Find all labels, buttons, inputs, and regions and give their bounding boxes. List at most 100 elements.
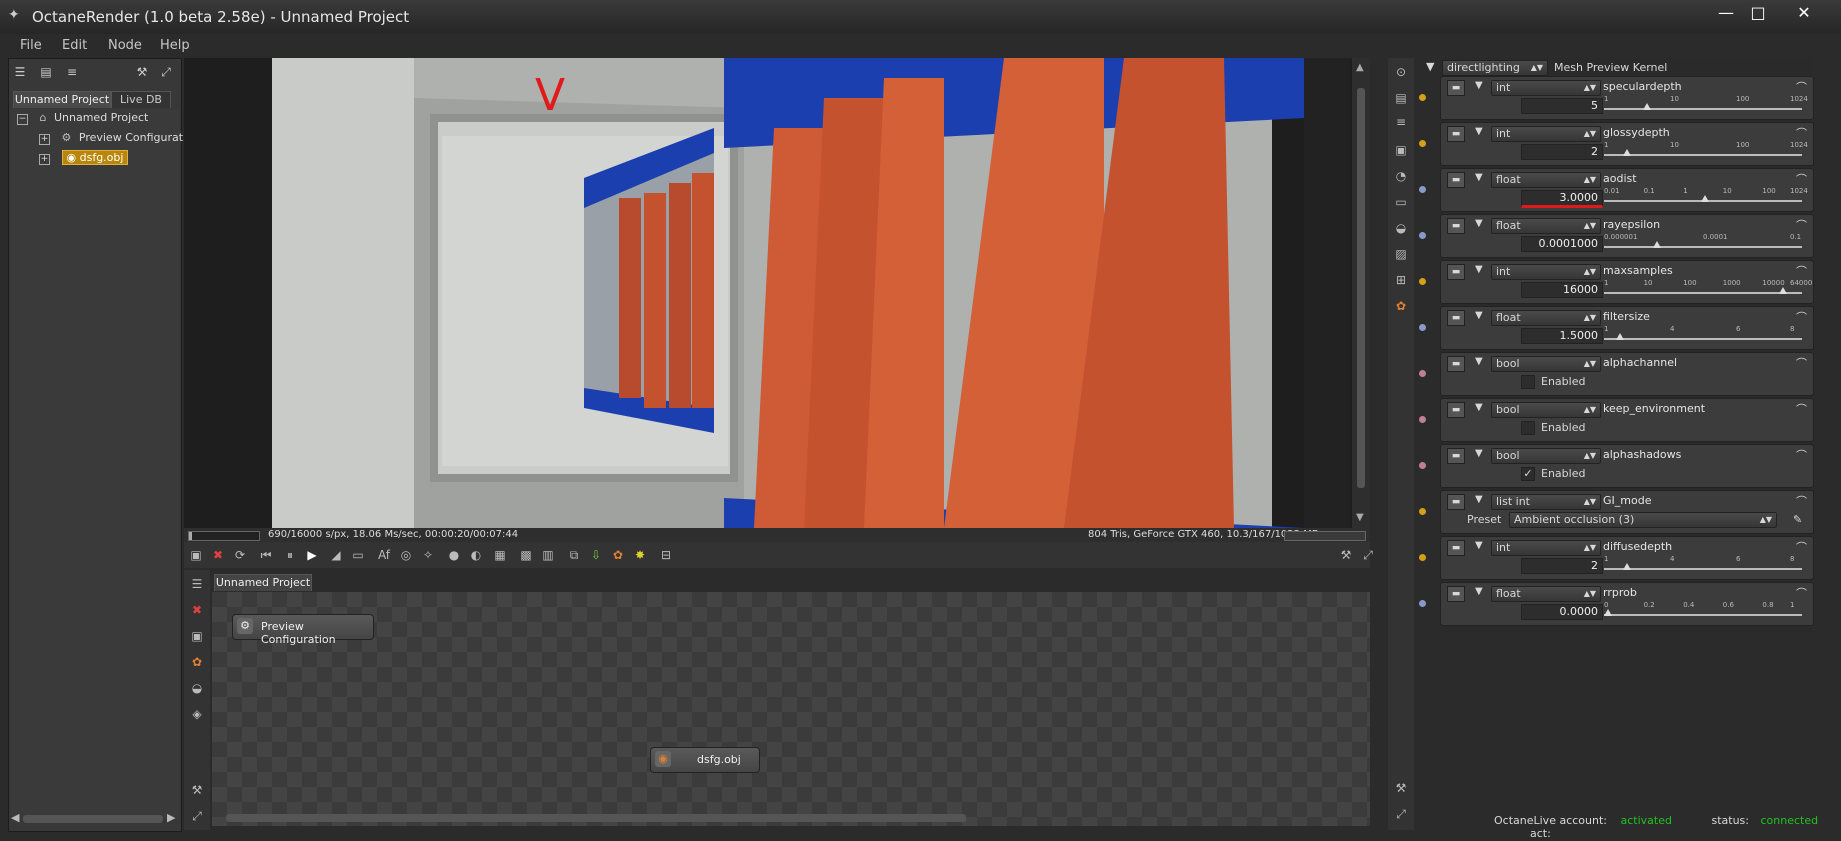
pick-icon[interactable]: ✧ (418, 545, 438, 565)
param-value-field[interactable]: 16000 (1521, 282, 1603, 298)
layers-tool-icon[interactable]: ▤ (37, 63, 55, 81)
close-button[interactable]: ✕ (1784, 2, 1824, 24)
camera-icon[interactable]: ⊙ (1391, 62, 1411, 82)
slider-thumb[interactable] (1623, 149, 1632, 156)
value-slider[interactable]: 0.000001 0.0001 0.1 (1604, 233, 1804, 253)
light-icon[interactable]: ✸ (630, 545, 650, 565)
param-type-select[interactable]: int ▲▼ (1491, 264, 1601, 280)
render-viewport[interactable]: V ▲ ▼ (184, 58, 1370, 528)
param-type-select[interactable]: int ▲▼ (1491, 126, 1601, 142)
preset-select[interactable]: Ambient occlusion (3) ▲▼ (1509, 512, 1777, 528)
input-pin[interactable] (1419, 94, 1426, 101)
input-pin[interactable] (1419, 462, 1426, 469)
tree-tool-icon[interactable]: ≡ (63, 63, 81, 81)
collapse-triangle-icon[interactable]: ▼ (1475, 356, 1483, 367)
render-image[interactable]: V (184, 58, 1350, 528)
expand-icon[interactable]: ⤢ (1391, 804, 1411, 824)
param-type-icon[interactable]: ▬ (1447, 126, 1465, 142)
value-slider[interactable]: 1 4 6 8 (1604, 325, 1804, 345)
input-pin[interactable] (1419, 278, 1426, 285)
tab-graph-project[interactable]: Unnamed Project (214, 574, 312, 591)
rewind-icon[interactable]: ⏮ (256, 545, 276, 565)
white-balance-icon[interactable]: ◎ (396, 545, 416, 565)
restart-render-icon[interactable]: ⟳ (230, 545, 250, 565)
collapse-triangle-icon[interactable]: ▼ (1475, 218, 1483, 229)
curve-icon[interactable]: ⌒ (1796, 263, 1807, 279)
image-icon[interactable]: ▣ (1391, 140, 1411, 160)
input-pin[interactable] (1419, 232, 1426, 239)
param-type-icon[interactable]: ▬ (1447, 310, 1465, 326)
horizontal-scrollbar[interactable] (23, 815, 163, 823)
node-preview-configuration[interactable]: ⚙ Preview Configuration (232, 614, 374, 646)
checker-icon[interactable]: ▩ (516, 545, 536, 565)
input-pin[interactable] (1419, 508, 1426, 515)
input-pin[interactable] (1419, 186, 1426, 193)
slider-track[interactable] (1604, 108, 1802, 110)
edit-icon[interactable]: ✎ (1793, 513, 1802, 526)
list-tool-icon[interactable]: ☰ (11, 63, 29, 81)
param-type-select[interactable]: bool ▲▼ (1491, 402, 1601, 418)
param-value-field[interactable]: 1.5000 (1521, 328, 1603, 344)
slider-thumb[interactable] (1652, 241, 1661, 248)
material-icon[interactable]: ✿ (608, 545, 628, 565)
slider-thumb[interactable] (1604, 609, 1612, 616)
collapse-triangle-icon[interactable]: ▼ (1475, 264, 1483, 275)
curve-icon[interactable]: ⌒ (1796, 125, 1807, 141)
expand-icon[interactable]: ⤢ (157, 63, 175, 81)
param-type-select[interactable]: float ▲▼ (1491, 586, 1601, 602)
curve-icon[interactable]: ⌒ (1796, 79, 1807, 95)
param-value-field[interactable]: 5 (1521, 98, 1603, 114)
film-icon[interactable]: ▭ (1391, 192, 1411, 212)
list-icon[interactable]: ≡ (1391, 112, 1411, 132)
value-slider[interactable]: 1 10 100 1024 (1604, 141, 1808, 161)
material-icon[interactable]: ✿ (187, 652, 207, 672)
value-slider[interactable]: 0.01 0.1 1 10 100 1024 (1604, 187, 1808, 207)
input-pin[interactable] (1419, 324, 1426, 331)
slider-track[interactable] (1604, 246, 1802, 248)
param-value-field[interactable]: 2 (1521, 144, 1603, 160)
grid-icon[interactable]: ▦ (490, 545, 510, 565)
input-pin[interactable] (1419, 554, 1426, 561)
graph-h-scrollbar[interactable] (226, 814, 966, 822)
curve-icon[interactable]: ⌒ (1796, 401, 1807, 417)
param-value-field[interactable]: 0.0000 (1521, 604, 1603, 620)
kernel-icon[interactable]: ⊞ (1391, 270, 1411, 290)
camera-settings-icon[interactable]: ◔ (1391, 166, 1411, 186)
texture-icon[interactable]: ◒ (187, 678, 207, 698)
stop-icon[interactable]: ✖ (187, 600, 207, 620)
param-value-field[interactable]: 0.0001000 (1521, 236, 1603, 252)
param-type-icon[interactable]: ▬ (1447, 172, 1465, 188)
tree-tool-icon[interactable]: ☰ (187, 574, 207, 594)
value-slider[interactable]: 1 4 6 8 (1604, 555, 1804, 575)
collapse-icon[interactable]: − (17, 114, 28, 125)
collapse-triangle-icon[interactable]: ▼ (1475, 80, 1483, 91)
tab-live-db[interactable]: Live DB (111, 91, 171, 108)
curve-icon[interactable]: ⌒ (1796, 171, 1807, 187)
save-render-icon[interactable]: ▣ (186, 545, 206, 565)
scroll-right-icon[interactable]: ▶ (167, 811, 175, 824)
stop-render-icon[interactable]: ✖ (208, 545, 228, 565)
collapse-triangle-icon[interactable]: ▼ (1475, 494, 1483, 505)
param-type-select[interactable]: bool ▲▼ (1491, 448, 1601, 464)
input-pin[interactable] (1419, 140, 1426, 147)
node-dsfg-obj[interactable]: ◉ dsfg.obj (650, 747, 760, 773)
input-pin[interactable] (1419, 416, 1426, 423)
param-type-select[interactable]: float ▲▼ (1491, 218, 1601, 234)
enabled-checkbox[interactable]: ✓ (1521, 467, 1535, 481)
viewport-scrollbar[interactable]: ▲ ▼ (1352, 58, 1370, 528)
node-graph-canvas[interactable]: ⚙ Preview Configuration ◉ dsfg.obj (212, 592, 1370, 826)
import-icon[interactable]: ⇩ (586, 545, 606, 565)
collapse-triangle-icon[interactable]: ▼ (1475, 172, 1483, 183)
curve-icon[interactable]: ⌒ (1796, 355, 1807, 371)
param-type-icon[interactable]: ▬ (1447, 80, 1465, 96)
scrollbar-thumb[interactable] (1357, 88, 1365, 488)
lock-icon[interactable]: ⊟ (656, 545, 676, 565)
wrench-icon[interactable]: ⚒ (187, 780, 207, 800)
curve-icon[interactable]: ⌒ (1796, 493, 1807, 509)
slider-track[interactable] (1604, 292, 1802, 294)
slider-thumb[interactable] (1642, 103, 1651, 110)
expand-node-icon[interactable]: + (39, 134, 50, 145)
slider-track[interactable] (1604, 614, 1802, 616)
wrench-icon[interactable]: ⚒ (133, 63, 151, 81)
param-value-field[interactable]: 2 (1521, 558, 1603, 574)
